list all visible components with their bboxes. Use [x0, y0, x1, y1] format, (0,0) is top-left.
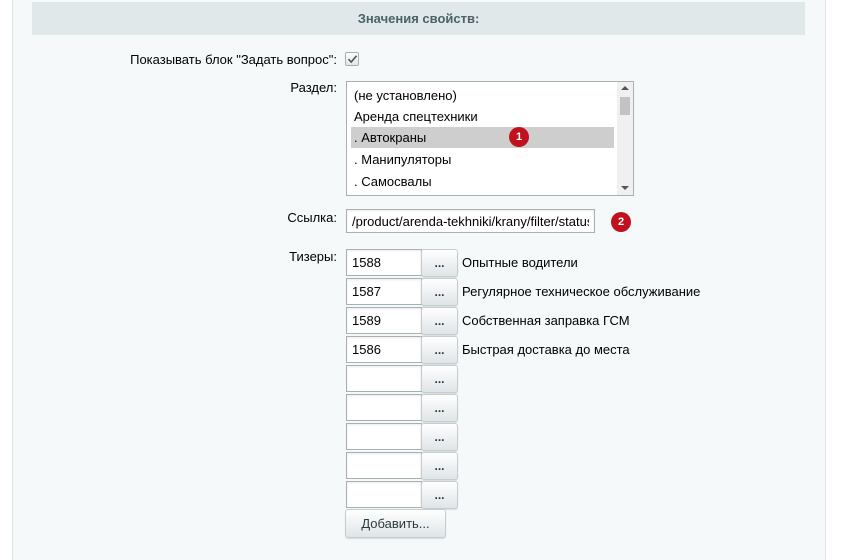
teaser-browse-button[interactable]: ...: [421, 423, 458, 451]
teaser-id-input[interactable]: [346, 394, 422, 421]
teaser-id-input[interactable]: [346, 249, 422, 276]
section-title: Значения свойств:: [32, 2, 805, 35]
section-option-selected[interactable]: . Автокраны: [351, 127, 614, 148]
section-option[interactable]: . Самосвалы: [351, 171, 614, 192]
link-label: Ссылка:: [287, 210, 337, 225]
add-teaser-button[interactable]: Добавить...: [345, 509, 446, 538]
teaser-id-input[interactable]: [346, 307, 422, 334]
link-input[interactable]: [346, 209, 595, 233]
scroll-thumb[interactable]: [620, 97, 630, 115]
teasers-label: Тизеры:: [289, 249, 337, 264]
teaser-browse-button[interactable]: ...: [421, 278, 458, 306]
checkmark-icon: [347, 55, 357, 64]
section-option[interactable]: . Манипуляторы: [351, 149, 614, 170]
section-label: Раздел:: [290, 80, 337, 95]
teaser-name: Регулярное техническое обслуживание: [462, 284, 701, 299]
section-scrollbar[interactable]: [617, 82, 633, 195]
section-select[interactable]: (не установлено) Аренда спецтехники . Ав…: [346, 81, 634, 196]
annotation-badge-2: 2: [611, 212, 631, 232]
teaser-name: Опытные водители: [462, 255, 578, 270]
teaser-id-input[interactable]: [346, 278, 422, 305]
teaser-id-input[interactable]: [346, 423, 422, 450]
teaser-name: Собственная заправка ГСМ: [462, 313, 630, 328]
teaser-browse-button[interactable]: ...: [421, 336, 458, 364]
teaser-id-input[interactable]: [346, 336, 422, 363]
show-block-checkbox[interactable]: [345, 52, 359, 66]
scroll-down-arrow-icon[interactable]: [621, 186, 629, 190]
teaser-browse-button[interactable]: ...: [421, 452, 458, 480]
section-option[interactable]: (не установлено): [351, 85, 614, 106]
teaser-browse-button[interactable]: ...: [421, 249, 458, 277]
show-block-label: Показывать блок "Задать вопрос":: [130, 52, 337, 67]
section-option[interactable]: Аренда спецтехники: [351, 106, 614, 127]
teaser-id-input[interactable]: [346, 481, 422, 508]
teaser-id-input[interactable]: [346, 452, 422, 479]
scroll-up-arrow-icon[interactable]: [621, 86, 629, 90]
teaser-id-input[interactable]: [346, 365, 422, 392]
annotation-badge-1: 1: [509, 127, 529, 147]
teaser-browse-button[interactable]: ...: [421, 394, 458, 422]
teaser-browse-button[interactable]: ...: [421, 365, 458, 393]
teaser-browse-button[interactable]: ...: [421, 481, 458, 509]
teaser-name: Быстрая доставка до места: [462, 342, 630, 357]
teaser-browse-button[interactable]: ...: [421, 307, 458, 335]
